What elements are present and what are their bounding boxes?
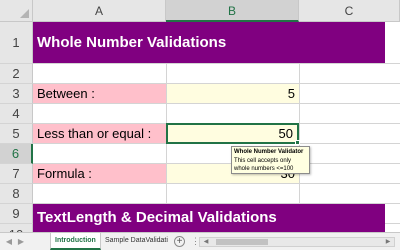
validation-input-message: Whole Number Validator This cell accepts… — [231, 146, 310, 174]
validation-message-line2: whole numbers <=100 — [234, 166, 294, 172]
horizontal-scrollbar[interactable]: ◀ ▶ — [199, 237, 395, 247]
scroll-left-arrow-icon[interactable]: ◀ — [201, 238, 211, 246]
validation-message-title: Whole Number Validator — [234, 149, 304, 155]
cell-a8-label[interactable]: Formula : — [33, 164, 166, 183]
tab-scroll-right-icon[interactable]: ▶ — [17, 237, 25, 247]
row-header-8[interactable]: 8 — [0, 184, 33, 204]
scroll-right-arrow-icon[interactable]: ▶ — [383, 238, 393, 246]
corner-triangle-icon — [20, 9, 29, 18]
column-header-c[interactable]: C — [299, 0, 400, 22]
gridline — [33, 103, 400, 104]
row-header-2[interactable]: 2 — [0, 64, 33, 84]
gridline — [33, 63, 400, 64]
fill-handle[interactable] — [295, 140, 300, 145]
column-header-b[interactable]: B — [166, 0, 299, 22]
sheet-tab-bar: ◀ ▶ Introduction Sample DataValidati ...… — [0, 232, 400, 250]
worksheet[interactable]: A B C 1 2 3 4 5 6 7 8 9 10 Whole Number … — [0, 0, 400, 232]
banner-textlength-decimal-validations[interactable]: TextLength & Decimal Validations — [33, 204, 385, 232]
add-sheet-icon[interactable]: + — [174, 236, 185, 247]
row-header-7[interactable]: 7 — [0, 164, 33, 184]
row-header-3[interactable]: 3 — [0, 84, 33, 104]
row-header-10[interactable]: 10 — [0, 224, 33, 232]
horizontal-scroll-thumb[interactable] — [216, 239, 268, 245]
more-sheets-ellipsis[interactable]: ... — [157, 233, 167, 250]
row-header-9[interactable]: 9 — [0, 204, 33, 224]
validation-message-line1: This cell accepts only — [234, 158, 292, 164]
banner-whole-number-validations[interactable]: Whole Number Validations — [33, 22, 385, 63]
row-header-4[interactable]: 4 — [0, 104, 33, 124]
row-header-5[interactable]: 5 — [0, 124, 33, 144]
sheet-tab-introduction[interactable]: Introduction — [50, 233, 101, 250]
cell-a4-label[interactable]: Between : — [33, 84, 166, 103]
column-header-a[interactable]: A — [33, 0, 166, 22]
cell-a6-label[interactable]: Less than or equal : — [33, 124, 166, 143]
tab-scroll-left-icon[interactable]: ◀ — [5, 237, 13, 247]
cell-b4-value[interactable]: 5 — [167, 84, 299, 103]
cell-b6-active[interactable]: 50 — [166, 123, 299, 144]
row-header-1[interactable]: 1 — [0, 22, 33, 64]
tab-split-handle-icon[interactable]: ⋮ — [191, 236, 200, 248]
select-all-corner[interactable] — [0, 0, 33, 22]
gridline — [33, 183, 400, 184]
row-header-6[interactable]: 6 — [0, 144, 33, 164]
